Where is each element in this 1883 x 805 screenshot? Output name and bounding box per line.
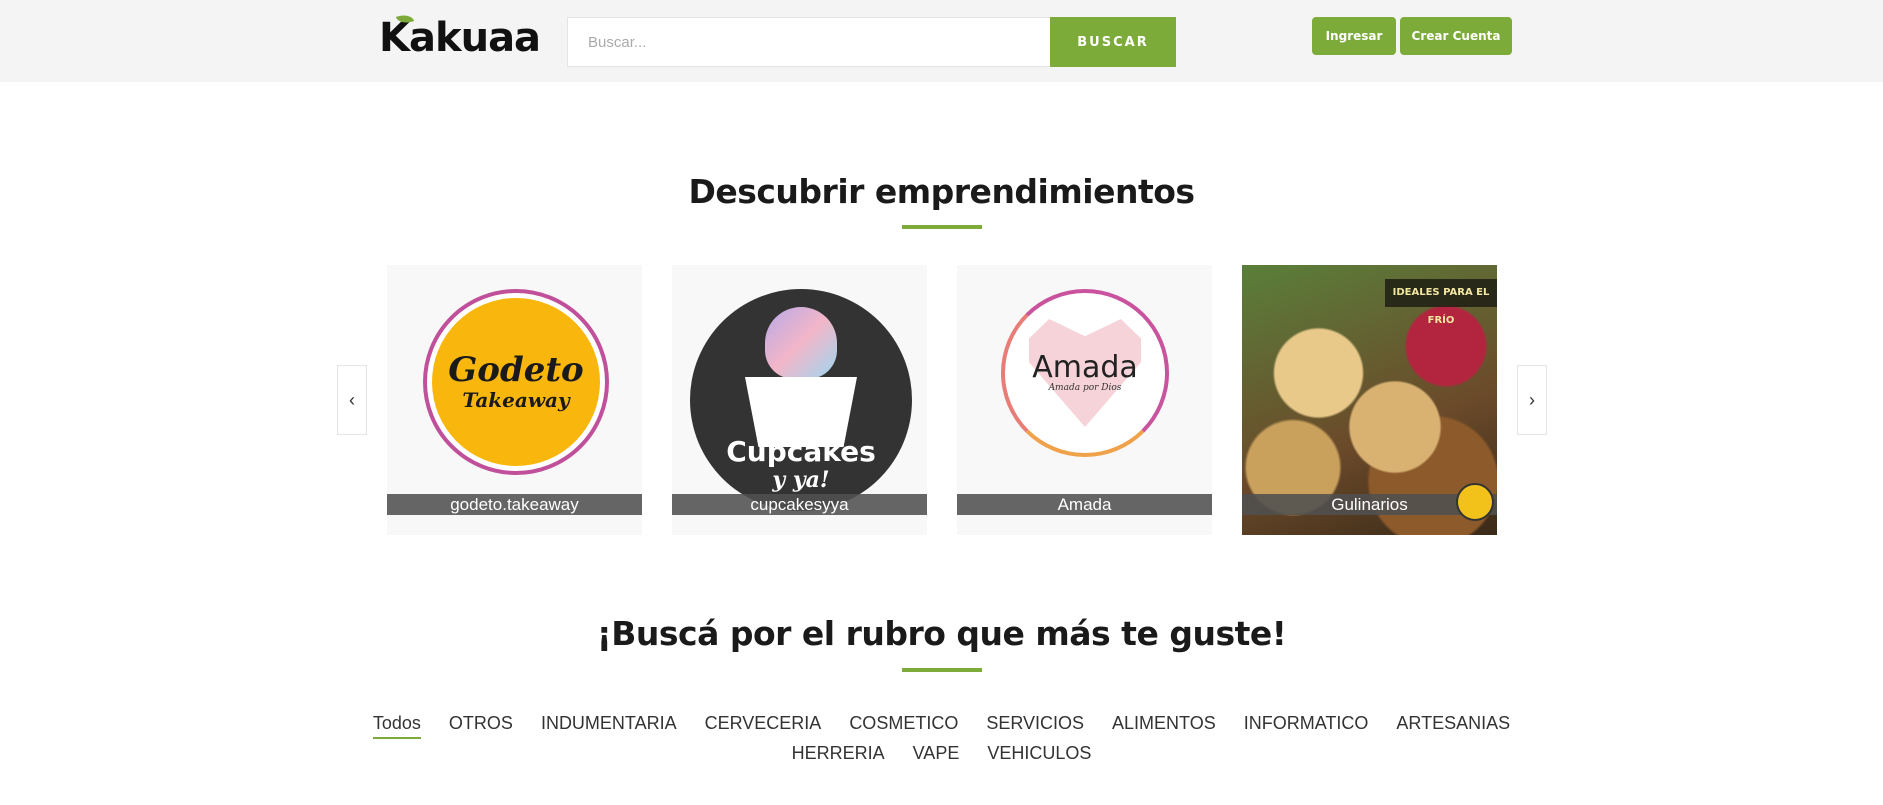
categories-title: ¡Buscá por el rubro que más te guste!	[596, 614, 1287, 653]
category-cerveceria[interactable]: CERVECERIA	[705, 713, 822, 739]
create-account-button[interactable]: Crear Cuenta	[1400, 17, 1512, 55]
godeto-logo-line2: Takeaway	[462, 388, 570, 412]
category-artesanias[interactable]: ARTESANIAS	[1396, 713, 1510, 739]
carousel-next-button[interactable]: ›	[1517, 365, 1547, 435]
amada-logo-line1: Amada	[1032, 350, 1138, 385]
business-card-godeto[interactable]: Godeto Takeaway godeto.takeaway	[387, 265, 642, 535]
cupcake-frosting-icon	[765, 307, 837, 379]
search-input[interactable]	[567, 17, 1051, 67]
logo-wordmark: Kakuaa	[379, 11, 541, 60]
card-caption: cupcakesyya	[672, 494, 927, 515]
business-card-cupcakesyya[interactable]: Cupcakes y ya! cupcakesyya	[672, 265, 927, 535]
cupcakes-logo-line1: Cupcakes	[726, 435, 876, 468]
cupcakes-logo-line2: y ya!	[772, 467, 830, 493]
business-card-amada[interactable]: Amada Amada por Dios Amada	[957, 265, 1212, 535]
gulinarios-badge-icon	[1456, 483, 1494, 521]
gulinarios-banner: IDEALES PARA EL FRÍO	[1385, 279, 1497, 326]
category-alimentos[interactable]: ALIMENTOS	[1112, 713, 1216, 739]
amada-logo-line2: Amada por Dios	[1048, 383, 1122, 393]
category-vehiculos[interactable]: VEHICULOS	[987, 743, 1091, 767]
category-vape[interactable]: VAPE	[913, 743, 960, 767]
godeto-logo: Godeto Takeaway	[423, 289, 609, 475]
category-cosmetico[interactable]: COSMETICO	[849, 713, 958, 739]
chevron-left-icon: ‹	[349, 389, 355, 410]
godeto-logo-line1: Godeto	[448, 350, 584, 390]
category-informatico[interactable]: INFORMATICO	[1244, 713, 1369, 739]
kakuaa-logo[interactable]: Kakuaa	[379, 11, 541, 60]
category-todos[interactable]: Todos	[372, 713, 421, 739]
chevron-right-icon: ›	[1529, 389, 1535, 410]
featured-title: Descubrir emprendimientos	[688, 172, 1195, 211]
card-caption: godeto.takeaway	[387, 494, 642, 515]
categories-title-underline	[902, 668, 982, 672]
featured-title-underline	[902, 225, 982, 229]
category-servicios[interactable]: SERVICIOS	[986, 713, 1084, 739]
category-otros[interactable]: OTROS	[449, 713, 513, 739]
top-header: Kakuaa BUSCAR Ingresar Crear Cuenta	[0, 0, 1883, 82]
search-button[interactable]: BUSCAR	[1050, 17, 1176, 67]
amada-logo: Amada Amada por Dios	[1001, 289, 1169, 457]
business-card-gulinarios[interactable]: IDEALES PARA EL FRÍO Gulinarios	[1242, 265, 1497, 535]
carousel-prev-button[interactable]: ‹	[337, 365, 367, 435]
login-button[interactable]: Ingresar	[1312, 17, 1396, 55]
category-herreria[interactable]: HERRERIA	[792, 743, 885, 767]
category-filter-row-1: Todos OTROS INDUMENTARIA CERVECERIA COSM…	[0, 713, 1883, 739]
category-filter-row-2: HERRERIA VAPE VEHICULOS	[0, 743, 1883, 767]
category-indumentaria[interactable]: INDUMENTARIA	[541, 713, 677, 739]
card-caption: Amada	[957, 494, 1212, 515]
cupcakes-logo: Cupcakes y ya!	[690, 289, 912, 511]
